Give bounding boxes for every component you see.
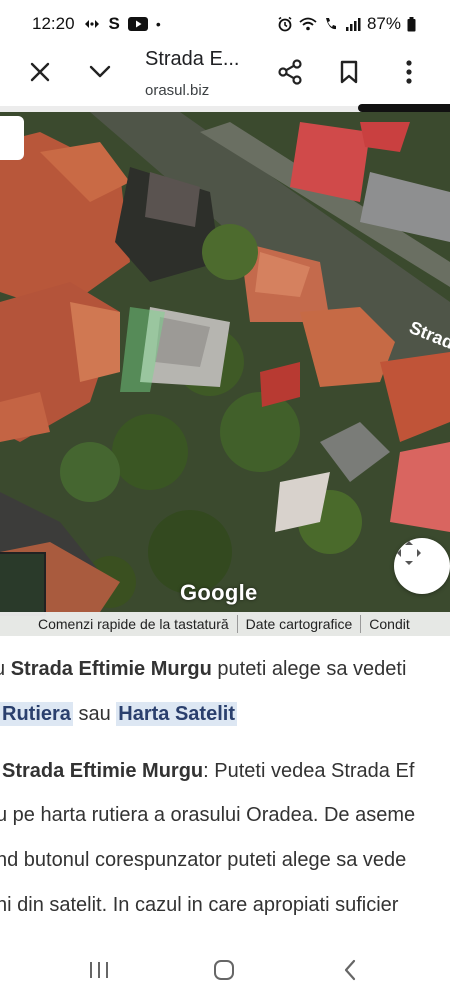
article-text: u Strada Eftimie Murgu puteti alege sa v… (0, 636, 450, 940)
text-fragment: puteti alege sa vedeti (211, 658, 407, 680)
signal-icon (345, 17, 361, 31)
page-title: Strada E... (145, 48, 240, 70)
bookmark-button[interactable] (329, 52, 369, 92)
satellite-map-link[interactable]: Harta Satelit (116, 702, 237, 726)
recent-apps-icon (90, 962, 108, 978)
wifi-call-icon (323, 16, 339, 32)
page-dark-element (358, 104, 450, 112)
article-line-5: nd butonul corespunzator puteti alege sa… (0, 849, 407, 871)
map-attribution-bar: Comenzi rapide de la tastatură Date cart… (0, 612, 450, 636)
custom-tab-toolbar: Strada E... orasul.biz (0, 46, 450, 106)
battery-icon (407, 16, 416, 32)
fullscreen-button[interactable] (394, 538, 450, 594)
close-icon (30, 62, 50, 82)
map-data-link[interactable]: Date cartografice (238, 616, 361, 632)
article-line-4: u pe harta rutiera a orasului Oradea. De… (0, 804, 416, 826)
status-bar: 12:20 S • 87% (0, 0, 450, 46)
more-options-button[interactable] (389, 52, 429, 92)
text-fragment: sau (72, 703, 117, 725)
back-icon (344, 959, 356, 981)
battery-percent: 87% (366, 14, 401, 33)
share-icon (278, 59, 302, 85)
share-button[interactable] (270, 52, 310, 92)
map-control-corner (0, 116, 24, 160)
map-type-thumbnail[interactable] (0, 552, 46, 616)
bookmark-icon (340, 60, 358, 84)
terms-link[interactable]: Condit (361, 616, 417, 632)
fullscreen-icon (397, 541, 421, 565)
s-app-icon: S (108, 14, 120, 33)
recent-apps-button[interactable] (79, 954, 119, 986)
article-line-3: Strada Eftimie Murgu: Puteti vedea Strad… (2, 760, 414, 783)
google-logo: Google (180, 580, 258, 605)
keyboard-shortcuts-link[interactable]: Comenzi rapide de la tastatură (0, 616, 237, 632)
status-time: 12:20 (32, 14, 75, 33)
more-vert-icon (406, 60, 412, 84)
street-name-bold: Strada Eftimie Murgu (2, 760, 204, 782)
satellite-map[interactable]: Strada Google Comenzi rapide de la tasta… (0, 112, 450, 636)
back-button[interactable] (330, 954, 370, 986)
cast-icon (83, 17, 101, 31)
street-name-bold: Strada Eftimie Murgu (10, 658, 212, 680)
article-line-2: Rutiera sau Harta Satelit (0, 702, 237, 726)
text-fragment: u (0, 658, 11, 680)
notification-dot: • (155, 16, 161, 32)
wifi-icon (299, 17, 317, 31)
alarm-icon (277, 16, 293, 32)
home-button[interactable] (204, 954, 244, 986)
system-navigation-bar (0, 940, 450, 1000)
page-domain: orasul.biz (145, 82, 210, 99)
article-line-1: u Strada Eftimie Murgu puteti alege sa v… (0, 658, 406, 681)
road-map-link[interactable]: Rutiera (0, 702, 73, 726)
minimize-button[interactable] (80, 52, 120, 92)
chevron-down-icon (89, 65, 111, 78)
article-line-6: ni din satelit. In cazul in care apropia… (0, 894, 399, 916)
close-button[interactable] (20, 52, 60, 92)
text-fragment: : Puteti vedea Strada Ef (203, 760, 415, 782)
home-icon (214, 960, 234, 980)
satellite-imagery: Strada (0, 112, 450, 636)
youtube-icon (127, 17, 148, 31)
